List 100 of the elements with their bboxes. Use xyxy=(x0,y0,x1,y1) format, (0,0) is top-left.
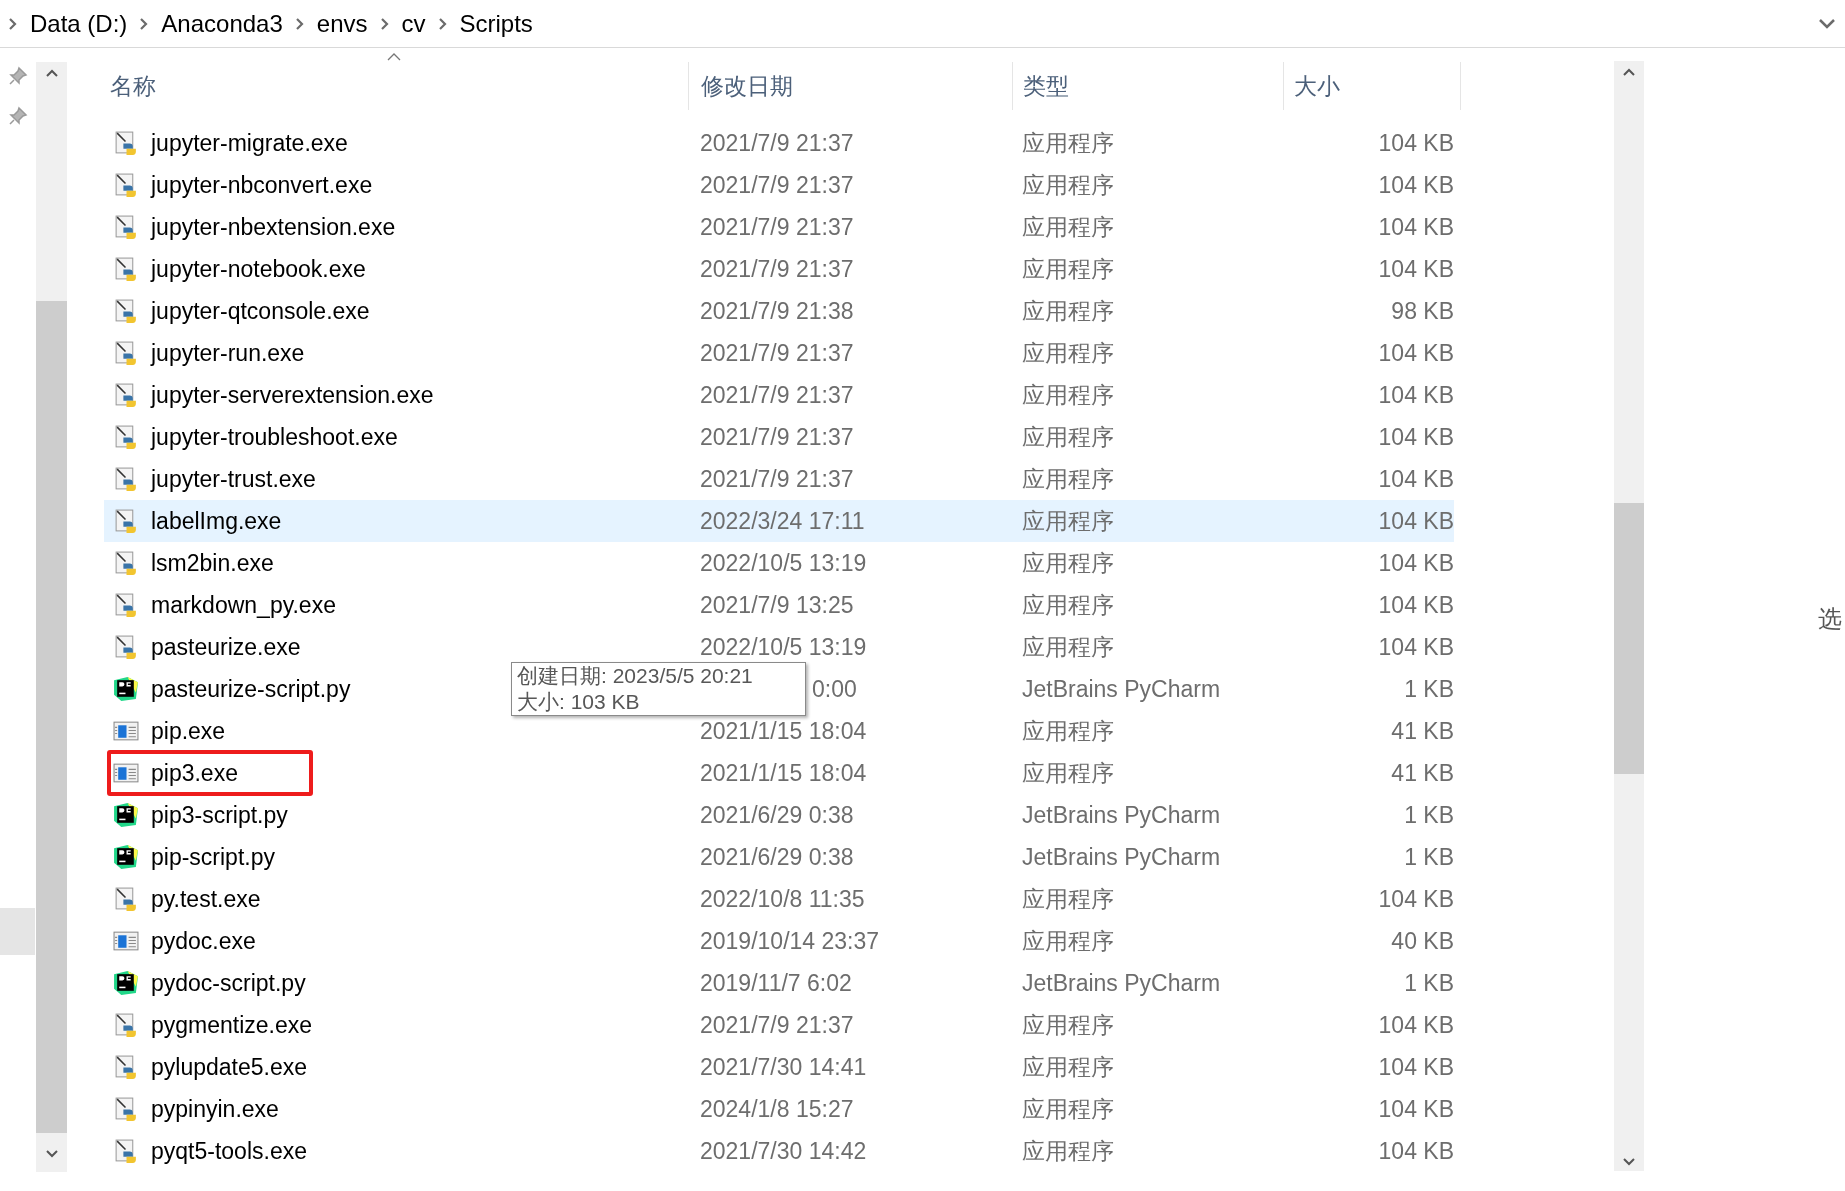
file-name: pygmentize.exe xyxy=(151,1010,313,1040)
size-cell-text: 104 KB xyxy=(1378,1136,1454,1166)
type-cell-text: 应用程序 xyxy=(1022,296,1114,326)
size-cell-text: 104 KB xyxy=(1378,128,1454,158)
pycharm-icon xyxy=(113,844,139,870)
type-cell-text: 应用程序 xyxy=(1022,716,1114,746)
size-cell-text: 104 KB xyxy=(1378,464,1454,494)
date-cell-text: 2022/10/5 13:19 xyxy=(700,632,867,662)
date-cell-text: 2021/7/9 21:38 xyxy=(700,296,854,326)
chevron-right-icon[interactable] xyxy=(8,15,18,32)
python-file-icon xyxy=(113,1096,139,1122)
size-cell-text: 1 KB xyxy=(1404,842,1454,872)
type-cell-text: 应用程序 xyxy=(1022,548,1114,578)
type-cell-text: JetBrains PyCharm xyxy=(1022,800,1221,830)
nav-highlight xyxy=(0,908,35,955)
date-cell-text: 2021/7/9 21:37 xyxy=(700,170,854,200)
size-cell-text: 104 KB xyxy=(1378,506,1454,536)
file-name: jupyter-trust.exe xyxy=(151,464,316,494)
scroll-down-icon[interactable] xyxy=(1622,1157,1636,1167)
type-cell-text: JetBrains PyCharm xyxy=(1022,842,1221,872)
chevron-right-icon[interactable] xyxy=(437,15,448,32)
file-name: pasteurize-script.py xyxy=(151,674,351,704)
file-name: markdown_py.exe xyxy=(151,590,336,620)
file-name: pydoc-script.py xyxy=(151,968,306,998)
date-cell-text: 2019/11/7 6:02 xyxy=(700,968,852,998)
size-cell-text: 104 KB xyxy=(1378,1010,1454,1040)
python-file-icon xyxy=(113,256,139,282)
file-name: jupyter-troubleshoot.exe xyxy=(151,422,398,452)
pin-icon[interactable] xyxy=(8,106,28,126)
type-cell-text: 应用程序 xyxy=(1022,380,1114,410)
type-cell-text: 应用程序 xyxy=(1022,1094,1114,1124)
file-name: pydoc.exe xyxy=(151,926,256,956)
type-cell-text: 应用程序 xyxy=(1022,506,1114,536)
dropdown-chevron-icon[interactable] xyxy=(1817,16,1837,31)
file-name: pip.exe xyxy=(151,716,226,746)
type-cell-text: 应用程序 xyxy=(1022,254,1114,284)
column-header[interactable]: 名称 xyxy=(110,68,156,104)
python-file-icon xyxy=(113,508,139,534)
column-header[interactable]: 类型 xyxy=(1023,68,1069,104)
file-name: pypinyin.exe xyxy=(151,1094,279,1124)
pin-icon[interactable] xyxy=(8,66,28,86)
date-cell-text: 0:00 xyxy=(812,674,857,704)
date-cell-text: 2021/7/9 21:37 xyxy=(700,422,854,452)
python-file-icon xyxy=(113,1138,139,1164)
size-cell-text: 104 KB xyxy=(1378,1052,1454,1082)
type-cell-text: 应用程序 xyxy=(1022,758,1114,788)
scrollbar-thumb[interactable] xyxy=(36,301,67,1133)
file-name: jupyter-nbconvert.exe xyxy=(151,170,373,200)
chevron-right-icon[interactable] xyxy=(379,15,390,32)
pycharm-icon xyxy=(113,970,139,996)
python-file-icon xyxy=(113,298,139,324)
date-cell-text: 2022/10/5 13:19 xyxy=(700,548,867,578)
python-file-icon xyxy=(113,466,139,492)
breadcrumb[interactable]: Data (D:) xyxy=(30,5,128,42)
date-cell-text: 2021/7/9 21:37 xyxy=(700,254,854,284)
scrollbar[interactable] xyxy=(36,62,67,1172)
scroll-down-icon[interactable] xyxy=(44,1149,59,1159)
column-header[interactable]: 大小 xyxy=(1294,68,1340,104)
type-cell-text: 应用程序 xyxy=(1022,1136,1114,1166)
column-header[interactable]: 修改日期 xyxy=(701,68,793,104)
type-cell-text: 应用程序 xyxy=(1022,128,1114,158)
type-cell-text: 应用程序 xyxy=(1022,464,1114,494)
size-cell-text: 104 KB xyxy=(1378,422,1454,452)
breadcrumb[interactable]: envs xyxy=(316,5,368,42)
type-cell-text: 应用程序 xyxy=(1022,212,1114,242)
scroll-up-icon[interactable] xyxy=(1622,67,1636,77)
file-row[interactable]: labelImg.exe 2022/3/24 17:11 应用程序 104 KB xyxy=(104,500,1454,542)
scroll-up-icon[interactable] xyxy=(44,68,59,78)
breadcrumb[interactable]: Scripts xyxy=(459,5,533,42)
date-cell-text: 2021/7/9 13:25 xyxy=(700,590,854,620)
size-cell-text: 104 KB xyxy=(1378,254,1454,284)
scrollbar[interactable] xyxy=(1614,61,1644,1171)
file-name: pip-script.py xyxy=(151,842,275,872)
chevron-right-icon[interactable] xyxy=(294,15,305,32)
file-row[interactable]: pip3.exe 2021/1/15 18:04 应用程序 41 KB xyxy=(104,752,1454,794)
size-cell-text: 104 KB xyxy=(1378,1094,1454,1124)
python-file-icon xyxy=(113,424,139,450)
date-cell-text: 2021/1/15 18:04 xyxy=(700,758,867,788)
size-cell-text: 104 KB xyxy=(1378,884,1454,914)
size-cell-text: 1 KB xyxy=(1404,674,1454,704)
size-cell-text: 104 KB xyxy=(1378,548,1454,578)
type-cell-text: 应用程序 xyxy=(1022,590,1114,620)
breadcrumb[interactable]: Anaconda3 xyxy=(161,5,283,42)
date-cell-text: 2021/7/9 21:37 xyxy=(700,212,854,242)
date-cell-text: 2021/7/9 21:37 xyxy=(700,464,854,494)
size-cell-text: 40 KB xyxy=(1391,926,1454,956)
python-file-icon xyxy=(113,634,139,660)
scrollbar-thumb[interactable] xyxy=(1614,503,1644,774)
breadcrumb[interactable]: cv xyxy=(401,5,426,42)
date-cell-text: 2021/7/9 21:37 xyxy=(700,380,854,410)
size-cell-text: 104 KB xyxy=(1378,212,1454,242)
file-name: jupyter-notebook.exe xyxy=(151,254,366,284)
date-cell-text: 2021/7/9 21:37 xyxy=(700,128,854,158)
type-cell-text: 应用程序 xyxy=(1022,926,1114,956)
size-cell-text: 104 KB xyxy=(1378,632,1454,662)
python-file-icon xyxy=(113,886,139,912)
python-file-icon xyxy=(113,1012,139,1038)
type-cell-text: 应用程序 xyxy=(1022,1010,1114,1040)
size-cell-text: 104 KB xyxy=(1378,170,1454,200)
chevron-right-icon[interactable] xyxy=(139,15,150,32)
